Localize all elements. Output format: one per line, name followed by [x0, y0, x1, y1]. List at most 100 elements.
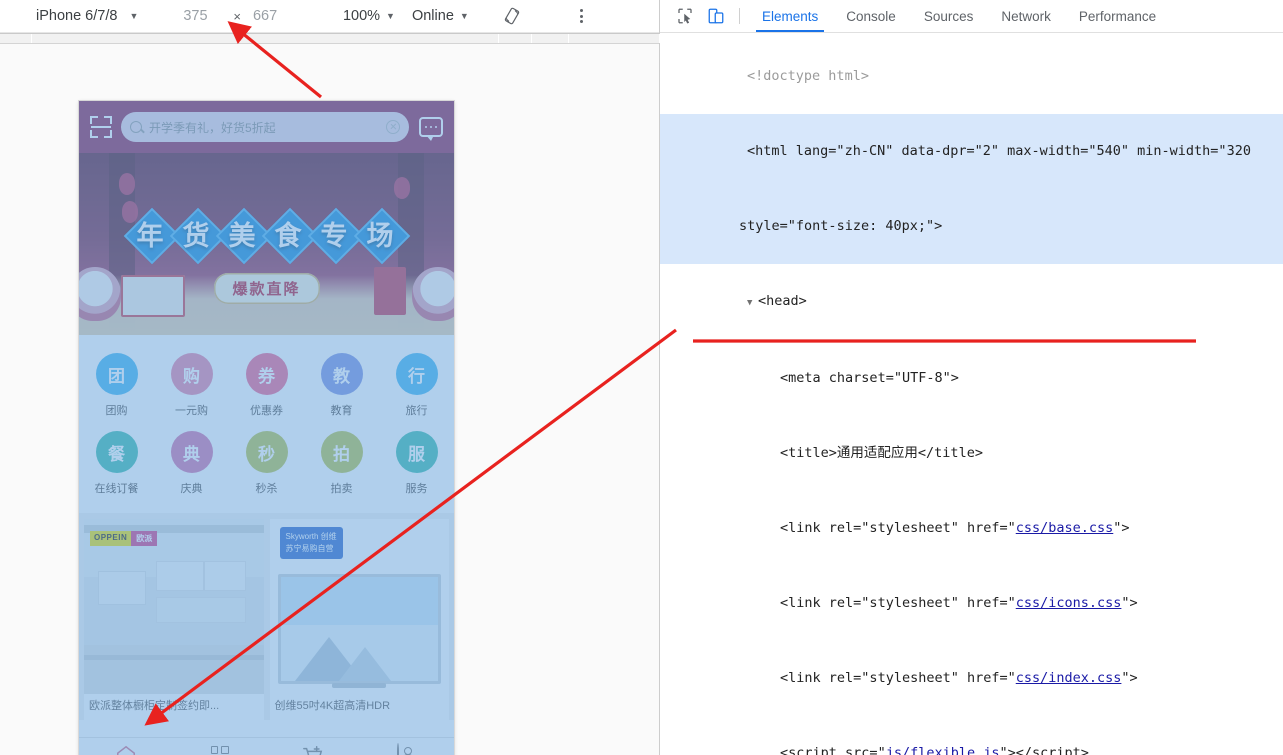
dom-node-link-base[interactable]: <link rel="stylesheet" href="css/base.cs…	[660, 491, 1283, 566]
tv-screen	[277, 574, 441, 684]
clear-circle-icon[interactable]	[386, 120, 400, 134]
chevron-down-icon: ▼	[129, 11, 139, 21]
kitchen-cabinet	[204, 561, 246, 591]
meta-charset-text: <meta charset="UTF-8">	[780, 370, 959, 386]
tabbar-item-category[interactable]: 分类页	[173, 738, 267, 755]
tab-console[interactable]: Console	[832, 0, 910, 32]
lantern-decoration	[119, 173, 135, 195]
tab-performance[interactable]: Performance	[1065, 0, 1170, 32]
category-item-lvxing[interactable]: 行 旅行	[379, 347, 454, 425]
dom-node-doctype[interactable]: <!doctype html>	[660, 39, 1283, 114]
product-card-oppein[interactable]: OPPEIN 欧派 欧派整体橱柜定制签约即...	[84, 519, 264, 721]
tab-label: Performance	[1078, 8, 1157, 24]
banner-title: 年货美食专场	[79, 207, 454, 265]
link-href-index[interactable]: css/index.css	[1016, 670, 1122, 686]
tv-stand	[332, 683, 387, 688]
tuangou-icon: 团	[95, 353, 138, 395]
device-ruler	[0, 33, 660, 44]
search-icon	[130, 121, 142, 133]
zoom-selector[interactable]: 100% ▼	[343, 0, 395, 32]
expand-triangle-icon[interactable]: ▼	[747, 291, 758, 316]
category-label: 服务	[405, 483, 428, 495]
page-search-header: 开学季有礼，好货5折起	[79, 101, 454, 153]
dom-node-head[interactable]: ▼ <head>	[660, 264, 1283, 341]
brand-badge: OPPEIN 欧派	[90, 531, 158, 546]
airplane-icon: 行	[395, 353, 438, 395]
dom-node-script[interactable]: <script src="js/flexible.js"></script>	[660, 716, 1283, 755]
kitchen-range-hood	[98, 571, 146, 605]
dom-node-html-open-cont[interactable]: style="font-size: 40px;">	[660, 189, 1283, 264]
category-item-paimai[interactable]: 拍 拍卖	[304, 425, 379, 503]
link-href-icons[interactable]: css/icons.css	[1016, 595, 1122, 611]
cart-icon	[302, 744, 324, 755]
dom-node-title[interactable]: <title>通用适配应用</title>	[660, 416, 1283, 491]
dom-node-meta-charset[interactable]: <meta charset="UTF-8">	[660, 341, 1283, 416]
dom-node-html-open[interactable]: <html lang="zh-CN" data-dpr="2" max-widt…	[660, 114, 1283, 189]
banner-title-char: 美	[228, 221, 259, 251]
category-label: 团购	[105, 405, 128, 417]
category-label: 在线订餐	[94, 483, 139, 495]
banner-product-box-right	[374, 267, 406, 315]
category-row: 餐 在线订餐 典 庆典 秒 秒杀 拍 拍卖 服 服务	[79, 425, 454, 503]
chevron-down-icon: ▼	[386, 11, 395, 21]
html-open-line2: style="font-size: 40px;">	[739, 218, 943, 234]
category-item-qingdian[interactable]: 典 庆典	[154, 425, 229, 503]
dom-tree[interactable]: <!doctype html> <html lang="zh-CN" data-…	[660, 33, 1283, 755]
category-item-tuangou[interactable]: 团 团购	[79, 347, 154, 425]
device-height-input[interactable]: 667	[253, 0, 293, 32]
category-item-fuwu[interactable]: 服 服务	[379, 425, 454, 503]
throttling-selector[interactable]: Online ▼	[412, 0, 469, 32]
gavel-icon: 拍	[320, 431, 363, 473]
person-icon	[396, 743, 418, 755]
chevron-down-icon: ▼	[459, 11, 469, 21]
tabbar-item-profile[interactable]: 个人中心	[360, 738, 454, 755]
product-title: 创维55吋4K超高清HDR	[274, 700, 391, 712]
message-icon[interactable]	[419, 117, 443, 141]
mountain-shape	[338, 647, 391, 681]
tab-elements[interactable]: Elements	[748, 0, 832, 32]
tab-label: Network	[1001, 8, 1051, 24]
product-card-skyworth[interactable]: Skyworth 创维 苏宁易购自营 创维55吋4K超高清HDR	[269, 519, 450, 721]
script-src-link[interactable]: js/flexible.js	[886, 745, 1000, 755]
tabbar-item-home[interactable]: 首页	[79, 738, 173, 755]
grid-icon	[209, 744, 231, 755]
banner-title-char: 专	[320, 221, 351, 251]
seller-badge: Skyworth 创维 苏宁易购自营	[279, 527, 343, 559]
category-label: 优惠券	[250, 405, 283, 417]
device-selector[interactable]: iPhone 6/7/8 ▼	[36, 0, 138, 32]
category-item-miaosha[interactable]: 秒 秒杀	[229, 425, 304, 503]
rotate-icon[interactable]	[503, 0, 521, 32]
device-options-menu-button[interactable]	[574, 0, 590, 32]
category-item-jiaoyu[interactable]: 教 教育	[304, 347, 379, 425]
product-image: Skyworth 创维 苏宁易购自营	[270, 519, 450, 694]
coupon-icon: 券	[245, 353, 288, 395]
device-toolbar-icon[interactable]	[700, 0, 731, 32]
category-label: 拍卖	[330, 483, 353, 495]
promo-banner[interactable]: 年货美食专场 爆款直降	[79, 153, 454, 335]
banner-title-char: 食	[274, 221, 305, 251]
dom-node-link-icons[interactable]: <link rel="stylesheet" href="css/icons.c…	[660, 566, 1283, 641]
search-input[interactable]: 开学季有礼，好货5折起	[121, 112, 409, 142]
device-selector-label: iPhone 6/7/8	[36, 8, 118, 24]
category-label: 庆典	[180, 483, 203, 495]
device-width-input[interactable]: 375	[183, 0, 223, 32]
kitchen-shelf	[156, 597, 246, 623]
inspect-cursor-icon[interactable]	[669, 0, 700, 32]
category-item-youhuiquan[interactable]: 券 优惠券	[229, 347, 304, 425]
doctype-text: <!doctype html>	[747, 68, 869, 84]
device-stage: 开学季有礼，好货5折起 年货美食专场 爆款直降 团 团购 购 一元购 券 优惠券…	[0, 44, 659, 755]
phone-service-icon: 服	[395, 431, 438, 473]
product-card-list: OPPEIN 欧派 欧派整体橱柜定制签约即... Skyworth 创维 苏宁易…	[79, 513, 454, 721]
link-href-base[interactable]: css/base.css	[1016, 520, 1114, 536]
brand-badge-en: OPPEIN	[90, 531, 132, 546]
category-item-zaixiandingcan[interactable]: 餐 在线订餐	[79, 425, 154, 503]
graduation-cap-icon: 教	[320, 353, 363, 395]
tabbar-item-cart[interactable]: 购物车	[267, 738, 361, 755]
category-item-yiyuangou[interactable]: 购 一元购	[154, 347, 229, 425]
page-viewport[interactable]: 开学季有礼，好货5折起 年货美食专场 爆款直降 团 团购 购 一元购 券 优惠券…	[79, 101, 454, 755]
tab-sources[interactable]: Sources	[910, 0, 988, 32]
scan-qr-icon[interactable]	[90, 116, 112, 138]
html-open-line1: <html lang="zh-CN" data-dpr="2" max-widt…	[747, 143, 1251, 159]
tab-network[interactable]: Network	[987, 0, 1065, 32]
dom-node-link-index[interactable]: <link rel="stylesheet" href="css/index.c…	[660, 641, 1283, 716]
